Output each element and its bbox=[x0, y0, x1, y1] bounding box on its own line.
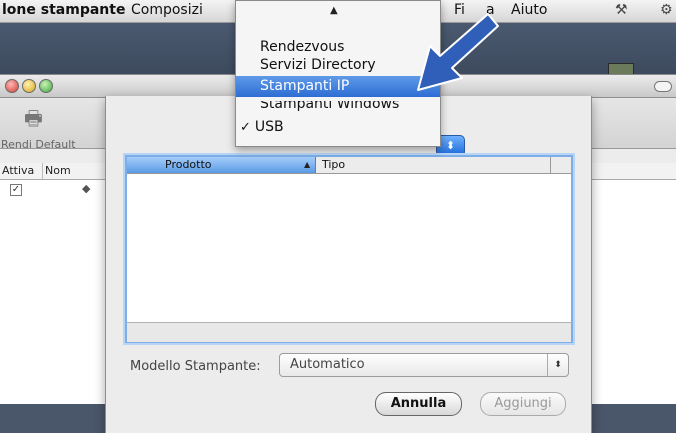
column-header-tipo[interactable]: Tipo bbox=[322, 157, 345, 173]
printer-active-checkbox[interactable]: ✓ bbox=[10, 184, 22, 196]
callout-arrow-icon bbox=[417, 13, 499, 91]
menu-item-directory-services[interactable]: Servizi Directory bbox=[260, 57, 376, 73]
column-header-prodotto-label: Prodotto bbox=[165, 158, 212, 171]
menu-composizione[interactable]: Composizi bbox=[131, 2, 203, 18]
menu-item-usb-label: USB bbox=[254, 119, 284, 135]
column-header-active[interactable]: Attiva bbox=[0, 163, 43, 179]
app-menu[interactable]: lone stampante bbox=[2, 2, 125, 18]
table-header: Prodotto ▲ Tipo bbox=[127, 157, 571, 174]
menu-item-rendezvous[interactable]: Rendezvous bbox=[260, 39, 344, 55]
add-button[interactable]: Aggiungi bbox=[480, 392, 566, 416]
printer-model-label: Modello Stampante: bbox=[130, 359, 261, 374]
printer-product-table[interactable]: Prodotto ▲ Tipo bbox=[125, 155, 573, 343]
table-horizontal-scrollbar[interactable] bbox=[127, 322, 571, 342]
printer-icon[interactable]: 🖶 bbox=[24, 104, 43, 138]
select-arrows-icon: ⬍ bbox=[547, 354, 568, 376]
minimize-button[interactable] bbox=[22, 79, 36, 93]
menubar-status-icon[interactable]: ⚒ bbox=[615, 2, 628, 18]
printer-model-select[interactable]: Automatico ⬍ bbox=[279, 353, 569, 377]
zoom-button[interactable] bbox=[39, 79, 53, 93]
toolbar-toggle-button[interactable] bbox=[654, 81, 672, 92]
menu-item-windows-printing[interactable]: Stampanti Windows bbox=[260, 101, 399, 111]
column-divider bbox=[550, 157, 551, 173]
column-header-prodotto[interactable]: Prodotto ▲ bbox=[127, 157, 316, 173]
column-header-name[interactable]: Nom bbox=[43, 163, 105, 179]
menu-scroll-up-icon[interactable]: ▲ bbox=[330, 5, 338, 16]
menu-item-usb[interactable]: ✓ USB bbox=[240, 119, 284, 135]
close-button[interactable] bbox=[5, 79, 19, 93]
menubar-script-icon[interactable]: ⚙ bbox=[660, 2, 673, 18]
cancel-button[interactable]: Annulla bbox=[375, 392, 462, 416]
sort-ascending-icon: ▲ bbox=[304, 160, 311, 169]
printer-row-icon: ◆ bbox=[82, 182, 91, 195]
printer-model-value: Automatico bbox=[290, 357, 365, 372]
checkmark-icon: ✓ bbox=[240, 120, 251, 135]
menu-item-ip-printing-label: Stampanti IP bbox=[260, 78, 350, 94]
make-default-label[interactable]: Rendi Default bbox=[1, 138, 76, 151]
menu-aiuto[interactable]: Aiuto bbox=[511, 2, 547, 18]
